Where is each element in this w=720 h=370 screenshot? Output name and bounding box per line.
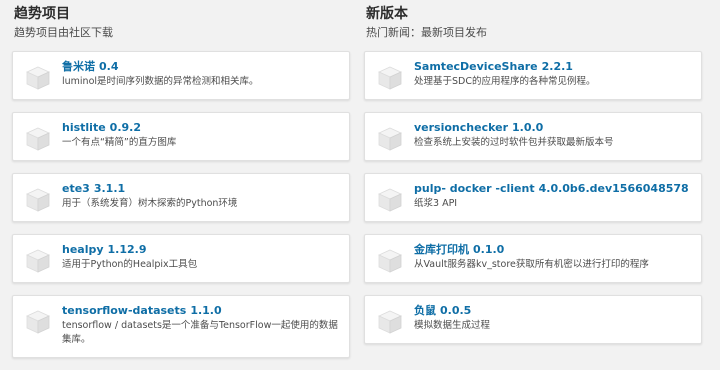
package-version: 1.0.0 <box>512 121 544 134</box>
package-title[interactable]: 负鼠 0.0.5 <box>414 303 691 318</box>
new-releases-subtitle: 热门新闻：最新项目发布 <box>366 26 487 39</box>
package-version: 0.1.0 <box>473 243 505 256</box>
trending-section: 趋势项目 趋势项目由社区下载 鲁米诺 0.4 luminol是时间序列数据的异常检… <box>12 0 350 370</box>
package-description: 检查系统上安装的过时软件包并获取最新版本号 <box>414 137 614 148</box>
package-box-icon <box>25 248 51 274</box>
package-title[interactable]: histlite 0.9.2 <box>62 120 339 135</box>
trending-card[interactable]: 鲁米诺 0.4 luminol是时间序列数据的异常检测和相关库。 <box>12 51 350 100</box>
package-box-icon <box>377 248 403 274</box>
package-title[interactable]: 金库打印机 0.1.0 <box>414 242 691 257</box>
package-title[interactable]: healpy 1.12.9 <box>62 242 339 257</box>
package-name: 金库打印机 <box>414 243 469 256</box>
package-title[interactable]: pulp- docker -client 4.0.0b6.dev156604857… <box>414 181 691 196</box>
package-version: 3.1.1 <box>93 182 126 195</box>
release-card[interactable]: 金库打印机 0.1.0 从Vault服务器kv_store获取所有机密以进行打印的… <box>364 234 702 283</box>
package-description: 适用于Python的Healpix工具包 <box>62 259 198 270</box>
package-box-icon <box>377 187 403 213</box>
package-version: 0.0.5 <box>440 304 472 317</box>
package-name: pulp- docker -client <box>414 182 535 195</box>
package-box-icon <box>25 65 51 91</box>
package-title[interactable]: 鲁米诺 0.4 <box>62 59 339 74</box>
package-box-icon <box>25 309 51 335</box>
package-version: 1.12.9 <box>107 243 147 256</box>
package-name: histlite <box>62 121 106 134</box>
package-version: 2.2.1 <box>541 60 573 73</box>
trending-card[interactable]: healpy 1.12.9 适用于Python的Healpix工具包 <box>12 234 350 283</box>
package-description: tensorflow / datasets是一个准备与TensorFlow一起使… <box>62 320 338 345</box>
trending-card[interactable]: ete3 3.1.1 用于（系统发育）树木探索的Python环境 <box>12 173 350 222</box>
package-title[interactable]: SamtecDeviceShare 2.2.1 <box>414 59 691 74</box>
package-description: 处理基于SDC的应用程序的各种常见例程。 <box>414 76 596 87</box>
package-name: healpy <box>62 243 104 256</box>
package-box-icon <box>25 187 51 213</box>
package-box-icon <box>25 126 51 152</box>
new-releases-section: 新版本 热门新闻：最新项目发布 SamtecDeviceShare 2.2.1 处… <box>364 0 702 356</box>
release-card[interactable]: pulp- docker -client 4.0.0b6.dev156604857… <box>364 173 702 222</box>
package-box-icon <box>377 309 403 335</box>
package-description: 一个有点“精简”的直方图库 <box>62 137 177 148</box>
package-version: 0.4 <box>99 60 119 73</box>
package-box-icon <box>377 126 403 152</box>
package-description: 用于（系统发育）树木探索的Python环境 <box>62 198 238 209</box>
package-title[interactable]: ete3 3.1.1 <box>62 181 339 196</box>
package-description: 从Vault服务器kv_store获取所有机密以进行打印的程序 <box>414 259 649 270</box>
package-description: luminol是时间序列数据的异常检测和相关库。 <box>62 76 259 87</box>
trending-card[interactable]: histlite 0.9.2 一个有点“精简”的直方图库 <box>12 112 350 161</box>
package-name: versionchecker <box>414 121 508 134</box>
trending-subtitle: 趋势项目由社区下载 <box>14 26 113 39</box>
release-card[interactable]: versionchecker 1.0.0 检查系统上安装的过时软件包并获取最新版本… <box>364 112 702 161</box>
package-description: 模拟数据生成过程 <box>414 320 491 331</box>
package-box-icon <box>377 65 403 91</box>
package-name: tensorflow-datasets <box>62 304 187 317</box>
package-version: 0.9.2 <box>109 121 141 134</box>
package-name: 负鼠 <box>414 304 436 317</box>
release-card[interactable]: 负鼠 0.0.5 模拟数据生成过程 <box>364 295 702 344</box>
package-description: 纸浆3 API <box>414 198 458 209</box>
package-name: ete3 <box>62 182 90 195</box>
package-version: 4.0.0b6.dev1566048578 <box>538 182 689 195</box>
package-name: SamtecDeviceShare <box>414 60 538 73</box>
package-name: 鲁米诺 <box>62 60 95 73</box>
package-version: 1.1.0 <box>190 304 222 317</box>
trending-title: 趋势项目 <box>14 6 70 22</box>
package-title[interactable]: tensorflow-datasets 1.1.0 <box>62 303 339 318</box>
package-title[interactable]: versionchecker 1.0.0 <box>414 120 691 135</box>
trending-card[interactable]: tensorflow-datasets 1.1.0 tensorflow / da… <box>12 295 350 358</box>
new-releases-title: 新版本 <box>366 6 408 22</box>
release-card[interactable]: SamtecDeviceShare 2.2.1 处理基于SDC的应用程序的各种常见… <box>364 51 702 100</box>
